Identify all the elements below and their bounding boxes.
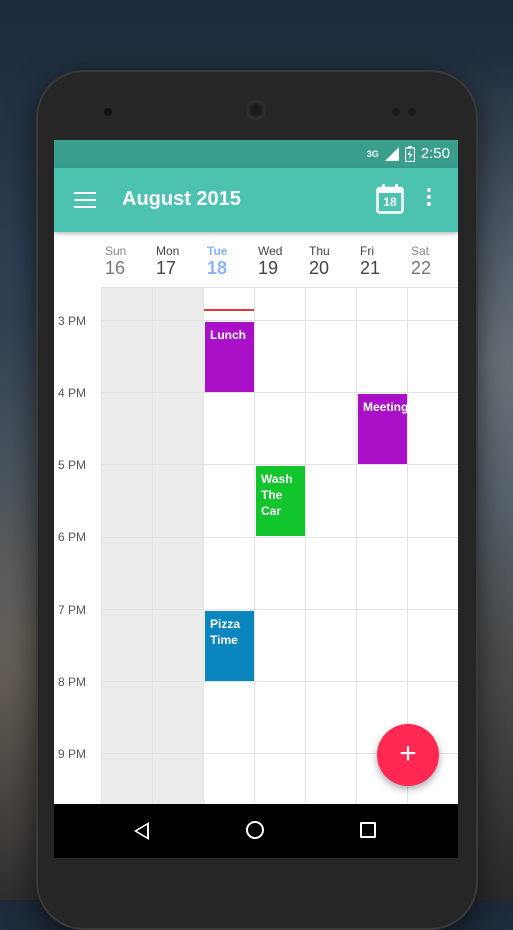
grid-line [254, 287, 255, 804]
hour-label: 9 PM [58, 747, 87, 761]
hour-label: 4 PM [58, 386, 87, 400]
grid-line [203, 287, 204, 804]
event-wash-the-car[interactable]: Wash The Car [256, 466, 305, 536]
event-pizza-time[interactable]: Pizza Time [205, 611, 254, 681]
event-lunch[interactable]: Lunch [205, 322, 254, 392]
grid-line [102, 464, 458, 465]
event-title: Lunch [210, 328, 246, 342]
back-icon[interactable] [134, 822, 149, 840]
day-header-fri[interactable]: Fri 21 [360, 244, 410, 279]
current-time-indicator [204, 309, 254, 311]
signal-icon [384, 146, 399, 161]
status-bar: 3G 2:50 [54, 140, 458, 168]
hour-label: 8 PM [58, 675, 87, 689]
day-header-thu[interactable]: Thu 20 [309, 244, 359, 279]
more-options-icon[interactable] [424, 188, 434, 212]
front-camera [104, 108, 112, 116]
grid-line [102, 287, 458, 288]
grid-line [356, 287, 357, 804]
today-button[interactable]: 18 [376, 184, 404, 214]
phone-screen: 3G 2:50 August 2015 18 Sun 16 Mon 17 Tue… [54, 140, 458, 858]
hour-label: 7 PM [58, 603, 87, 617]
event-title: Pizza Time [210, 617, 241, 647]
day-header-sat[interactable]: Sat 22 [411, 244, 458, 279]
day-header-wed[interactable]: Wed 19 [258, 244, 308, 279]
hour-label: 6 PM [58, 530, 87, 544]
add-event-button[interactable]: + [377, 724, 439, 786]
grid-line [102, 681, 458, 682]
event-title: Meeting [363, 400, 409, 414]
hour-label: 5 PM [58, 458, 87, 472]
app-bar: August 2015 18 [54, 168, 458, 232]
grid-line [102, 537, 458, 538]
home-icon[interactable] [246, 821, 264, 839]
today-date: 18 [383, 195, 397, 209]
light-sensor [408, 108, 416, 116]
proximity-sensor [392, 108, 400, 116]
earpiece-speaker [246, 100, 266, 120]
recent-apps-icon[interactable] [360, 822, 376, 838]
past-day-shade [102, 287, 204, 804]
day-header-sun[interactable]: Sun 16 [105, 244, 155, 279]
battery-icon [404, 145, 415, 162]
navigation-bar [54, 804, 458, 858]
month-title[interactable]: August 2015 [122, 188, 241, 211]
grid-line [102, 392, 458, 393]
week-view[interactable]: Sun 16 Mon 17 Tue 18 Wed 19 Thu 20 Fri 2… [54, 232, 458, 804]
day-header-tue[interactable]: Tue 18 [207, 244, 257, 279]
event-title: Wash The Car [261, 472, 293, 518]
status-time: 2:50 [420, 145, 450, 162]
event-meeting[interactable]: Meeting [358, 394, 409, 464]
grid-line [305, 287, 306, 804]
grid-line [102, 320, 458, 321]
plus-icon: + [399, 737, 417, 770]
grid-line [102, 609, 458, 610]
menu-icon[interactable] [74, 192, 96, 208]
network-type: 3G [366, 148, 379, 159]
grid-line [101, 287, 102, 804]
grid-line [152, 287, 153, 804]
hour-label: 3 PM [58, 314, 87, 328]
day-header-mon[interactable]: Mon 17 [156, 244, 206, 279]
